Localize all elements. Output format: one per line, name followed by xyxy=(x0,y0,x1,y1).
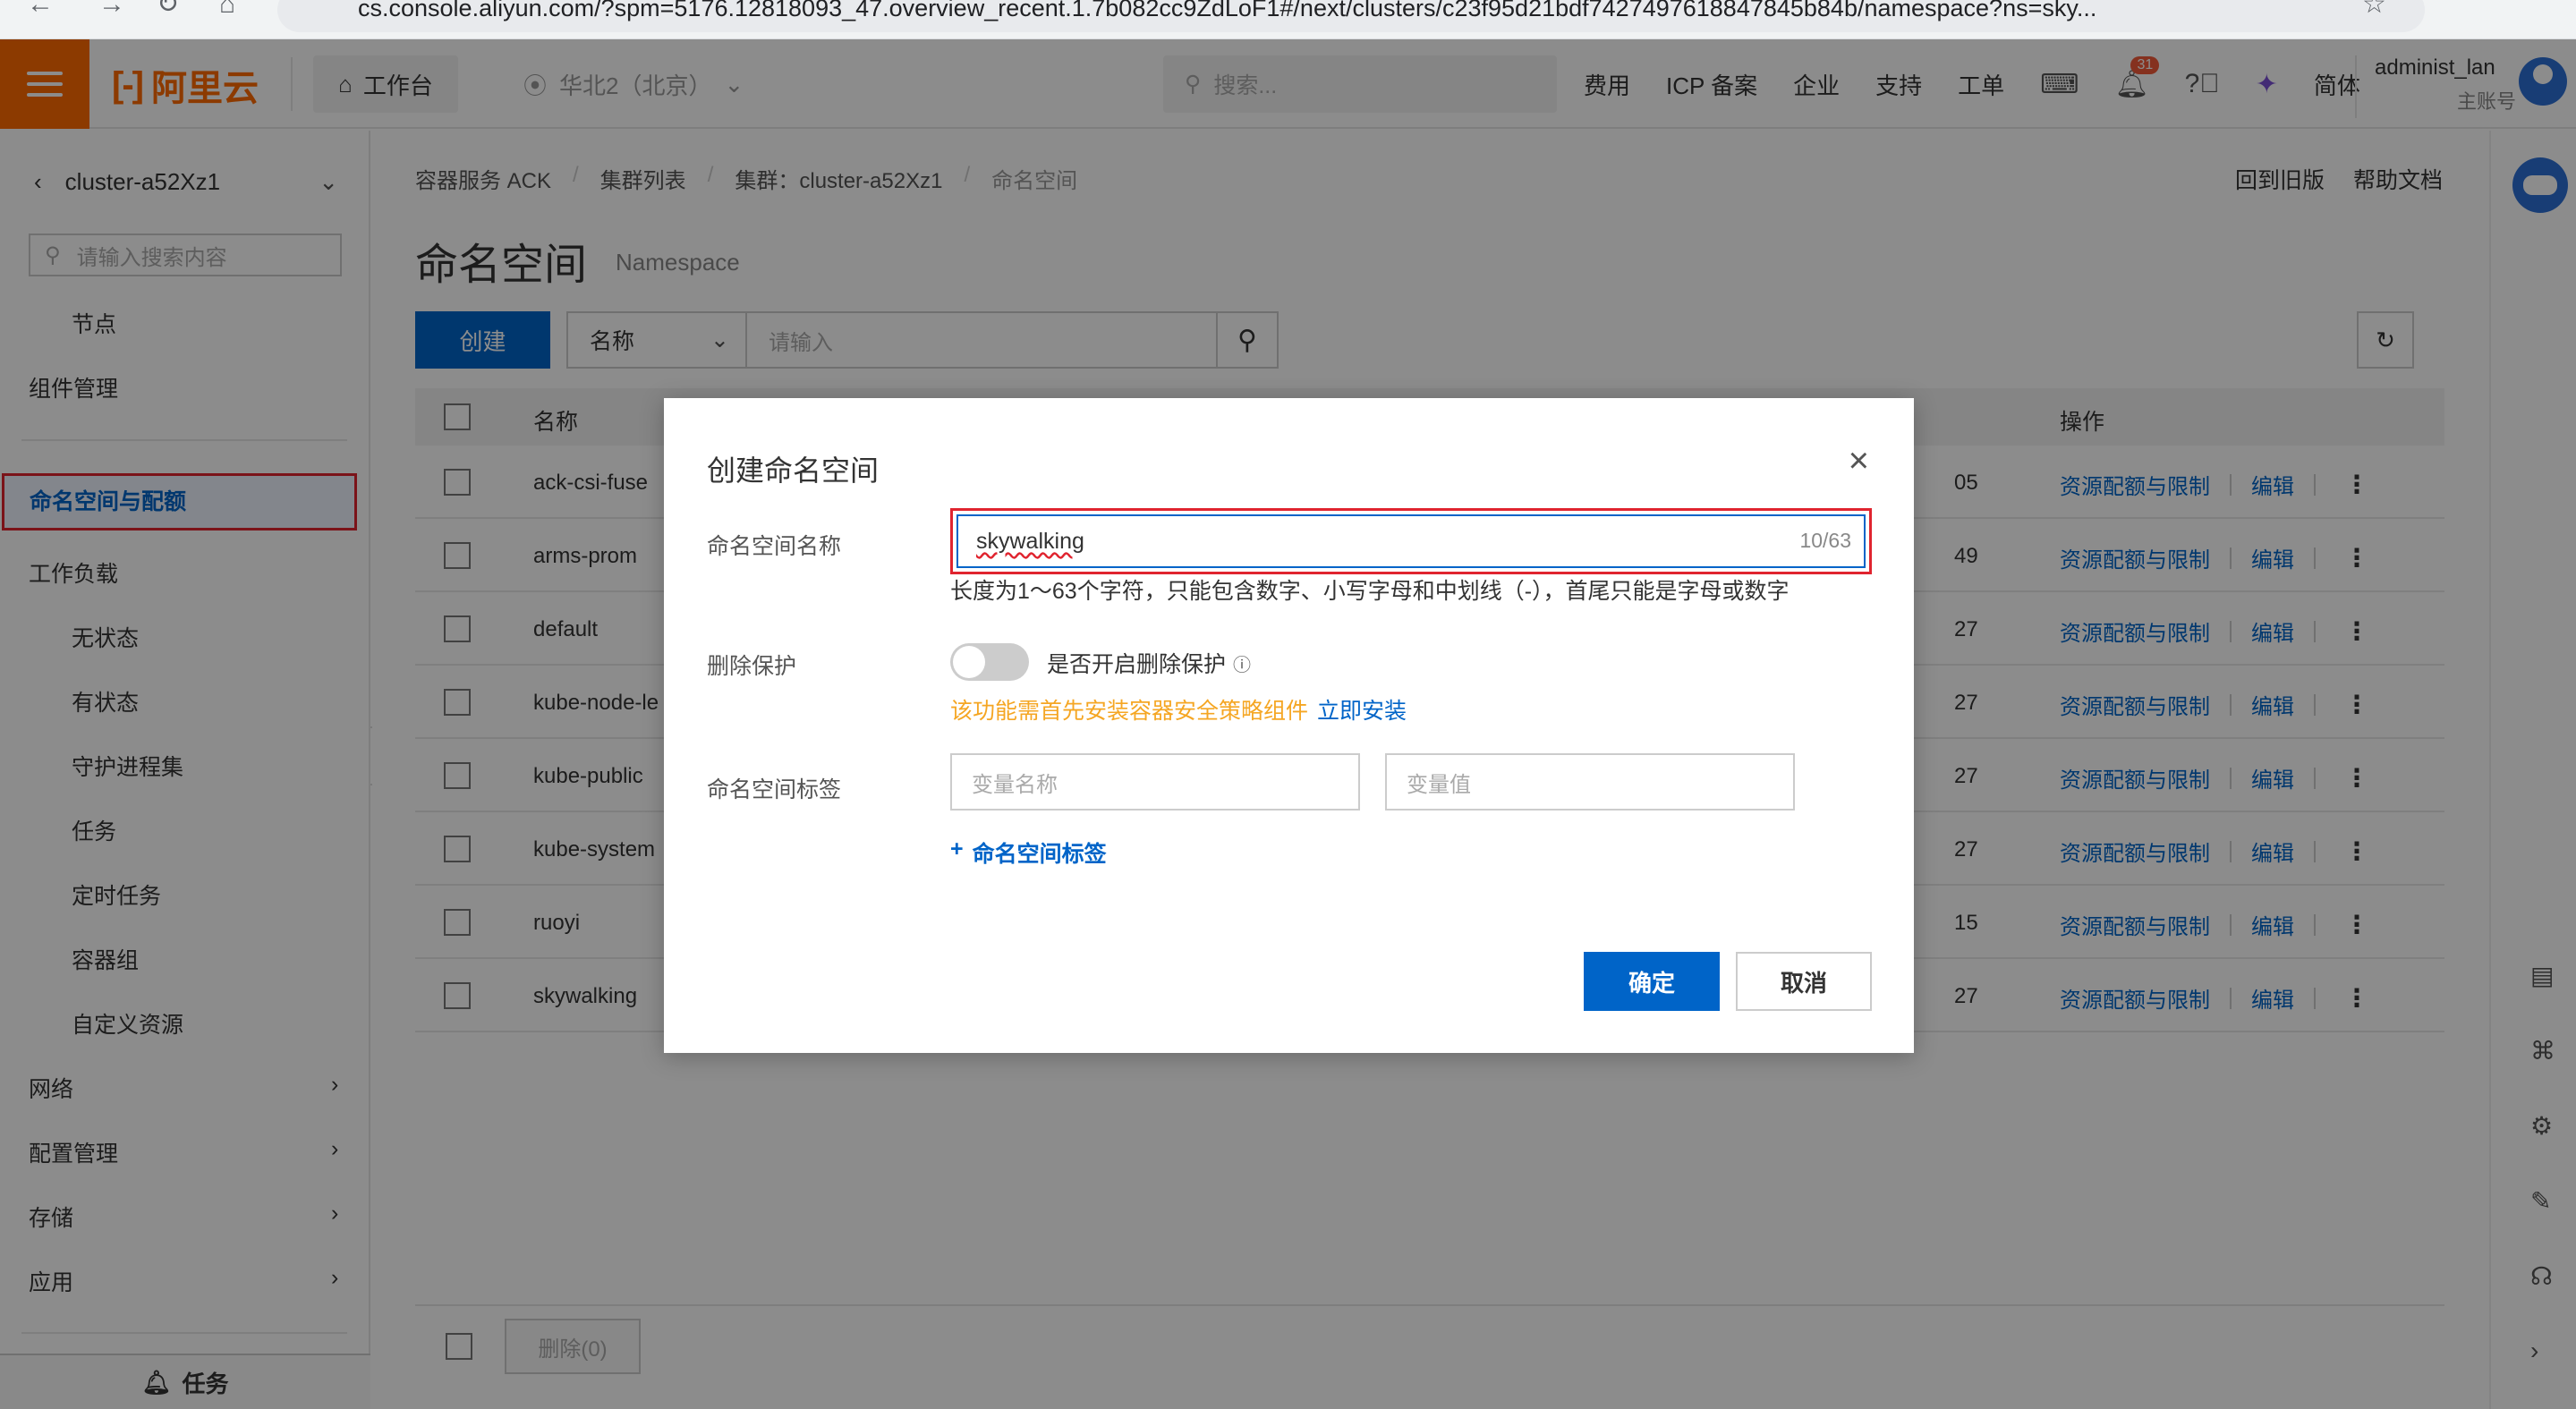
home-icon[interactable]: ⌂ xyxy=(219,0,235,20)
namespace-name-input[interactable]: skywalking 10/63 xyxy=(956,514,1866,568)
back-icon[interactable]: ← xyxy=(27,0,54,20)
address-bar[interactable]: cs.console.aliyun.com/?spm=5176.12818093… xyxy=(277,0,2425,32)
dialog-title: 创建命名空间 xyxy=(707,454,880,487)
protect-warning-text: 该功能需首先安装容器安全策略组件 xyxy=(950,699,1309,724)
char-counter: 10/63 xyxy=(1799,529,1851,552)
star-icon[interactable]: ☆ xyxy=(2362,0,2386,20)
namespace-tag-label: 命名空间标签 xyxy=(707,777,842,802)
namespace-name-label: 命名空间名称 xyxy=(707,534,842,559)
close-icon[interactable]: × xyxy=(1849,443,1869,479)
tag-value-placeholder: 变量值 xyxy=(1407,772,1471,797)
add-tag-label: 命名空间标签 xyxy=(972,842,1107,867)
forward-icon[interactable]: → xyxy=(98,0,125,20)
help-icon[interactable]: ⓘ xyxy=(1233,650,1251,676)
tag-key-placeholder: 变量名称 xyxy=(972,772,1058,797)
name-hint: 长度为1～63个字符，只能包含数字、小写字母和中划线（-），首尾只能是字母或数字 xyxy=(950,579,1790,604)
plus-icon: + xyxy=(950,836,964,862)
tag-value-input[interactable]: 变量值 xyxy=(1385,753,1795,811)
protect-warning: 该功能需首先安装容器安全策略组件 立即安装 xyxy=(950,693,1407,726)
cancel-button[interactable]: 取消 xyxy=(1736,952,1872,1011)
install-link[interactable]: 立即安装 xyxy=(1317,699,1407,724)
namespace-name-highlight: skywalking 10/63 xyxy=(950,508,1872,574)
delete-protect-label: 删除保护 xyxy=(707,654,797,679)
add-tag-button[interactable]: + 命名空间标签 xyxy=(950,836,1107,869)
create-namespace-dialog: 创建命名空间 × 命名空间名称 skywalking 10/63 长度为1～63… xyxy=(664,398,1914,1053)
delete-protect-text: 是否开启删除保护 xyxy=(1047,652,1227,677)
namespace-name-value: skywalking xyxy=(976,529,1084,554)
tag-key-input[interactable]: 变量名称 xyxy=(950,753,1360,811)
delete-protect-toggle[interactable] xyxy=(950,643,1029,681)
reload-icon[interactable]: ↻ xyxy=(157,0,179,20)
browser-toolbar: ← → ↻ ⌂ cs.console.aliyun.com/?spm=5176.… xyxy=(0,0,2576,39)
delete-protect-option: 是否开启删除保护 ⓘ xyxy=(1047,647,1251,679)
confirm-button[interactable]: 确定 xyxy=(1584,952,1720,1011)
url-text: cs.console.aliyun.com/?spm=5176.12818093… xyxy=(358,0,2097,21)
